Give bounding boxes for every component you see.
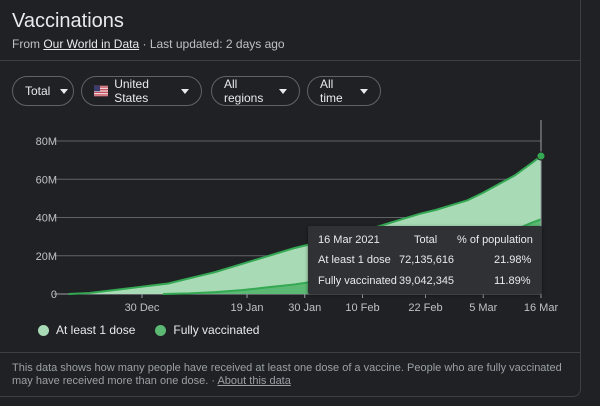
x-tick-label: 10 Feb xyxy=(345,302,379,314)
about-data-link[interactable]: About this data xyxy=(217,375,290,387)
tooltip-date: 16 Mar 2021 xyxy=(318,234,380,246)
tooltip-row-total: 72,135,616 xyxy=(399,254,455,266)
footer-note: This data shows how many people have rec… xyxy=(12,362,572,388)
x-tick-label: 5 Mar xyxy=(469,302,497,314)
legend-label: At least 1 dose xyxy=(56,323,136,337)
y-tick-label: 20M xyxy=(36,251,57,263)
x-tick-label: 30 Jan xyxy=(288,302,321,314)
tooltip-col-total: Total xyxy=(414,234,438,246)
footer-separator: · xyxy=(211,375,216,387)
tooltip-row-label: At least 1 dose xyxy=(318,254,391,266)
vaccinations-card: Vaccinations From Our World in Data · La… xyxy=(0,0,581,397)
x-tick-label: 16 Mar xyxy=(524,302,559,314)
tooltip-row-total: 39,042,345 xyxy=(399,275,455,287)
tooltip-row-pct: 21.98% xyxy=(494,254,532,266)
x-tick-label: 19 Jan xyxy=(230,302,263,314)
footer-divider xyxy=(0,352,580,353)
hover-point xyxy=(536,151,546,161)
y-tick-label: 80M xyxy=(36,136,57,148)
x-tick-label: 30 Dec xyxy=(125,302,160,314)
legend-swatch xyxy=(38,324,49,336)
chart-legend: At least 1 dose Fully vaccinated xyxy=(38,323,259,337)
tooltip-row-pct: 11.89% xyxy=(494,275,531,287)
y-tick-label: 40M xyxy=(36,213,57,225)
legend-label: Fully vaccinated xyxy=(173,323,260,337)
hover-tooltip: 16 Mar 2021 Total % of population At lea… xyxy=(308,226,542,294)
legend-item-full: Fully vaccinated xyxy=(155,323,259,337)
tooltip-col-pct: % of population xyxy=(457,234,533,246)
legend-swatch xyxy=(155,324,167,336)
legend-item-dose1: At least 1 dose xyxy=(38,323,135,337)
y-tick-label: 0 xyxy=(51,289,57,301)
x-tick-label: 22 Feb xyxy=(408,302,442,314)
y-tick-label: 60M xyxy=(36,174,57,186)
tooltip-row-label: Fully vaccinated xyxy=(318,275,397,287)
